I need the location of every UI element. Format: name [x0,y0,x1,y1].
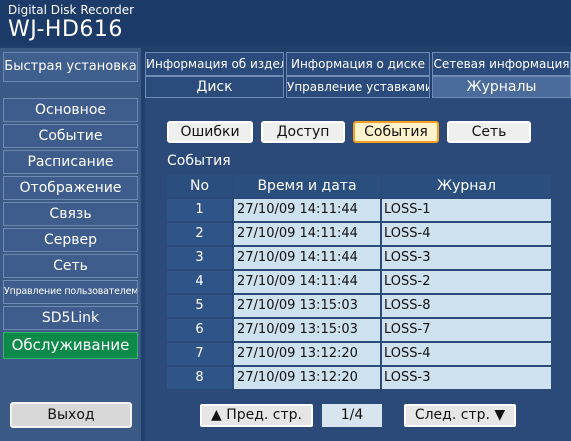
exit-button[interactable]: Выход [10,402,132,428]
row-number: 2 [167,223,232,245]
prev-page-button[interactable]: ▲ Пред. стр. [200,404,313,427]
tab-disk[interactable]: Диск [145,76,284,98]
table-row: 1 27/10/09 14:11:44 LOSS-1 [167,199,551,221]
model-name: WJ-HD616 [8,17,123,42]
brand-subtitle: Digital Disk Recorder [8,3,135,17]
row-number: 1 [167,199,232,221]
column-header-no: No [167,175,232,197]
table-row: 2 27/10/09 14:11:44 LOSS-4 [167,223,551,245]
row-number: 5 [167,295,232,317]
recorder-setup-screen: Digital Disk Recorder WJ-HD616 Быстрая у… [0,0,571,441]
column-header-datetime: Время и дата [234,175,380,197]
header: Digital Disk Recorder WJ-HD616 [0,0,571,46]
row-entry: LOSS-1 [382,199,551,221]
row-number: 6 [167,319,232,341]
row-number: 4 [167,271,232,293]
logs-panel [145,98,571,441]
row-datetime: 27/10/09 13:15:03 [234,295,380,317]
tab-product-info[interactable]: Информация об изделии [145,52,284,76]
sidebar-item-server[interactable]: Сервер [3,228,138,252]
row-datetime: 27/10/09 13:12:20 [234,367,380,389]
table-row: 8 27/10/09 13:12:20 LOSS-3 [167,367,551,389]
row-entry: LOSS-8 [382,295,551,317]
table-row: 3 27/10/09 14:11:44 LOSS-3 [167,247,551,269]
filter-access-button[interactable]: Доступ [261,121,345,143]
row-number: 3 [167,247,232,269]
filter-errors-button[interactable]: Ошибки [167,121,253,143]
table-row: 6 27/10/09 13:15:03 LOSS-7 [167,319,551,341]
sidebar-item-comm[interactable]: Связь [3,202,138,226]
sidebar: Быстрая установка Основное Событие Распи… [0,48,141,441]
column-header-log: Журнал [382,175,551,197]
tab-network-info[interactable]: Сетевая информация [432,52,571,76]
tab-settings-management[interactable]: Управление уставками [286,76,430,98]
filter-network-button[interactable]: Сеть [447,121,531,143]
quick-setup-button[interactable]: Быстрая установка [3,52,138,82]
tab-disk-info[interactable]: Информация о диске [286,52,430,76]
row-datetime: 27/10/09 13:12:20 [234,343,380,365]
sidebar-item-event[interactable]: Событие [3,124,138,148]
table-row: 7 27/10/09 13:12:20 LOSS-4 [167,343,551,365]
row-entry: LOSS-7 [382,319,551,341]
sidebar-item-user-management[interactable]: Управление пользователем [3,280,138,304]
sidebar-item-maintenance[interactable]: Обслуживание [3,332,138,359]
row-entry: LOSS-3 [382,367,551,389]
row-entry: LOSS-3 [382,247,551,269]
sidebar-item-sd5link[interactable]: SD5Link [3,306,138,330]
row-number: 7 [167,343,232,365]
row-datetime: 27/10/09 14:11:44 [234,223,380,245]
table-row: 5 27/10/09 13:15:03 LOSS-8 [167,295,551,317]
row-datetime: 27/10/09 14:11:44 [234,199,380,221]
row-datetime: 27/10/09 14:11:44 [234,247,380,269]
table-row: 4 27/10/09 14:11:44 LOSS-2 [167,271,551,293]
filter-events-button[interactable]: События [353,121,439,143]
sidebar-item-schedule[interactable]: Расписание [3,150,138,174]
row-entry: LOSS-2 [382,271,551,293]
sidebar-item-display[interactable]: Отображение [3,176,138,200]
row-datetime: 27/10/09 14:11:44 [234,271,380,293]
next-page-button[interactable]: След. стр. ▼ [404,404,516,427]
row-number: 8 [167,367,232,389]
tab-logs[interactable]: Журналы [432,76,571,98]
row-datetime: 27/10/09 13:15:03 [234,319,380,341]
row-entry: LOSS-4 [382,343,551,365]
log-section-title: События [167,153,231,169]
sidebar-item-network[interactable]: Сеть [3,254,138,278]
page-indicator: 1/4 [322,404,382,427]
row-entry: LOSS-4 [382,223,551,245]
sidebar-item-basic[interactable]: Основное [3,98,138,122]
